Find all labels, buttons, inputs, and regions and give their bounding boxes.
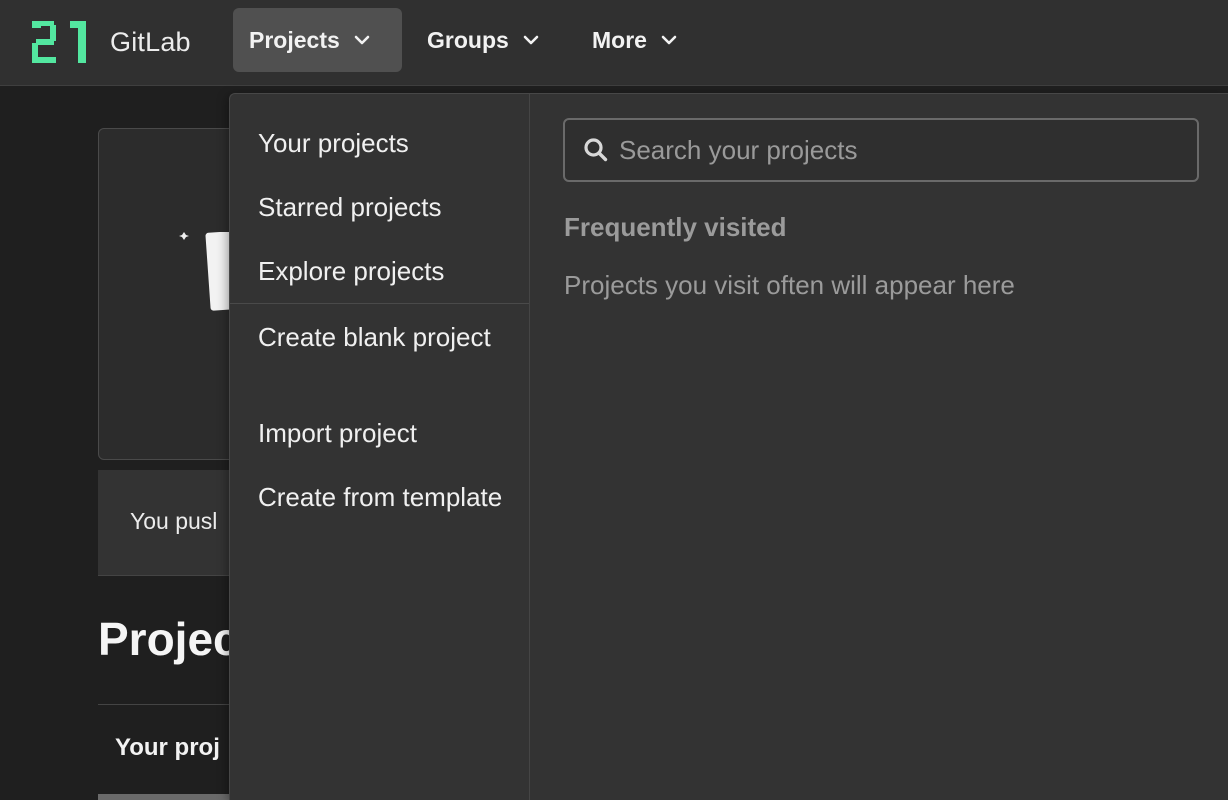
chevron-down-icon — [523, 35, 539, 45]
brand-name: GitLab — [110, 26, 191, 57]
menu-item-your-projects[interactable]: Your projects — [258, 127, 518, 159]
gitlab-logo-icon — [32, 20, 88, 64]
nav-groups-label: Groups — [427, 26, 509, 53]
nav-groups-dropdown[interactable]: Groups — [411, 8, 555, 72]
frequently-visited-empty-text: Projects you visit often will appear her… — [564, 270, 1015, 300]
nav-projects-dropdown[interactable]: Projects — [233, 8, 402, 72]
menu-item-create-blank-project[interactable]: Create blank project — [258, 321, 518, 353]
search-icon — [584, 138, 608, 162]
chevron-down-icon — [661, 35, 677, 45]
brand-link[interactable]: GitLab — [32, 18, 191, 66]
projects-menu-links: Your projects Starred projects Explore p… — [230, 94, 530, 800]
menu-item-import-project[interactable]: Import project — [258, 417, 518, 449]
tab-your-projects[interactable]: Your proj — [115, 734, 220, 762]
search-input[interactable] — [619, 130, 1179, 170]
top-navbar: GitLab Projects Groups More — [0, 0, 1228, 86]
menu-item-starred-projects[interactable]: Starred projects — [258, 191, 518, 223]
frequently-visited-heading: Frequently visited — [564, 212, 787, 242]
menu-item-create-from-template[interactable]: Create from template — [258, 481, 518, 513]
projects-menu-search-panel: Frequently visited Projects you visit of… — [530, 94, 1228, 800]
nav-projects-label: Projects — [249, 26, 340, 53]
nav-more-label: More — [592, 26, 647, 53]
search-field[interactable] — [563, 118, 1199, 182]
push-banner-text: You pusl — [130, 508, 218, 534]
menu-item-explore-projects[interactable]: Explore projects — [258, 255, 518, 287]
nav-more-dropdown[interactable]: More — [576, 8, 693, 72]
empty-state-illustration — [179, 232, 237, 311]
projects-dropdown-menu: Your projects Starred projects Explore p… — [229, 93, 1228, 800]
chevron-down-icon — [354, 35, 370, 45]
gitlab-page: GitLab Projects Groups More You pusl Pro… — [0, 0, 1228, 800]
menu-divider — [230, 303, 529, 304]
page-title: Projec — [98, 613, 239, 665]
